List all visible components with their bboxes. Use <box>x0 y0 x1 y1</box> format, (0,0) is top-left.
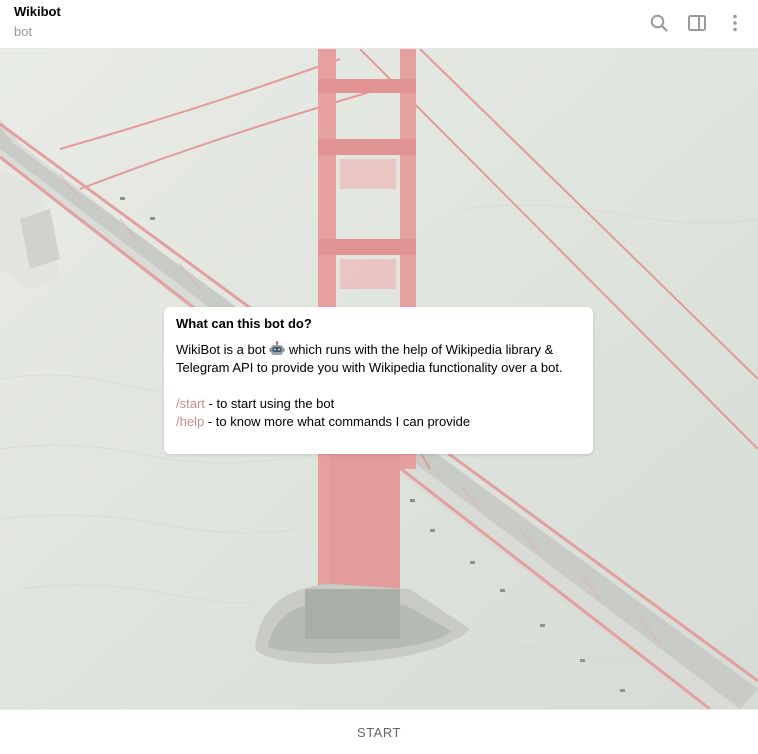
chat-subtitle: bot <box>14 24 33 39</box>
bot-info-title: What can this bot do? <box>176 316 312 331</box>
start-button[interactable]: START <box>343 719 415 746</box>
sidebar-toggle-icon[interactable] <box>685 11 709 35</box>
command-line-start: /start - to start using the bot <box>176 395 581 413</box>
start-bar: START <box>0 709 758 754</box>
start-command-description: - to start using the bot <box>204 396 335 411</box>
command-line-help: /help - to know more what commands I can… <box>176 413 581 431</box>
search-icon[interactable] <box>647 11 671 35</box>
robot-emoji-icon <box>269 341 285 357</box>
bot-info-description: WikiBot is a bot which runs with the hel… <box>176 341 581 377</box>
help-command-description: - to know more what commands I can provi… <box>204 414 471 429</box>
chat-header: Wikibot bot <box>0 0 758 49</box>
help-command-link[interactable]: /help <box>176 414 204 429</box>
start-command-link[interactable]: /start <box>176 396 205 411</box>
chat-title[interactable]: Wikibot <box>14 4 61 19</box>
more-vertical-icon[interactable] <box>723 11 747 35</box>
bot-info-description-text: WikiBot is a bot <box>176 342 270 357</box>
bot-info-card: What can this bot do? WikiBot is a bot w… <box>164 307 593 454</box>
